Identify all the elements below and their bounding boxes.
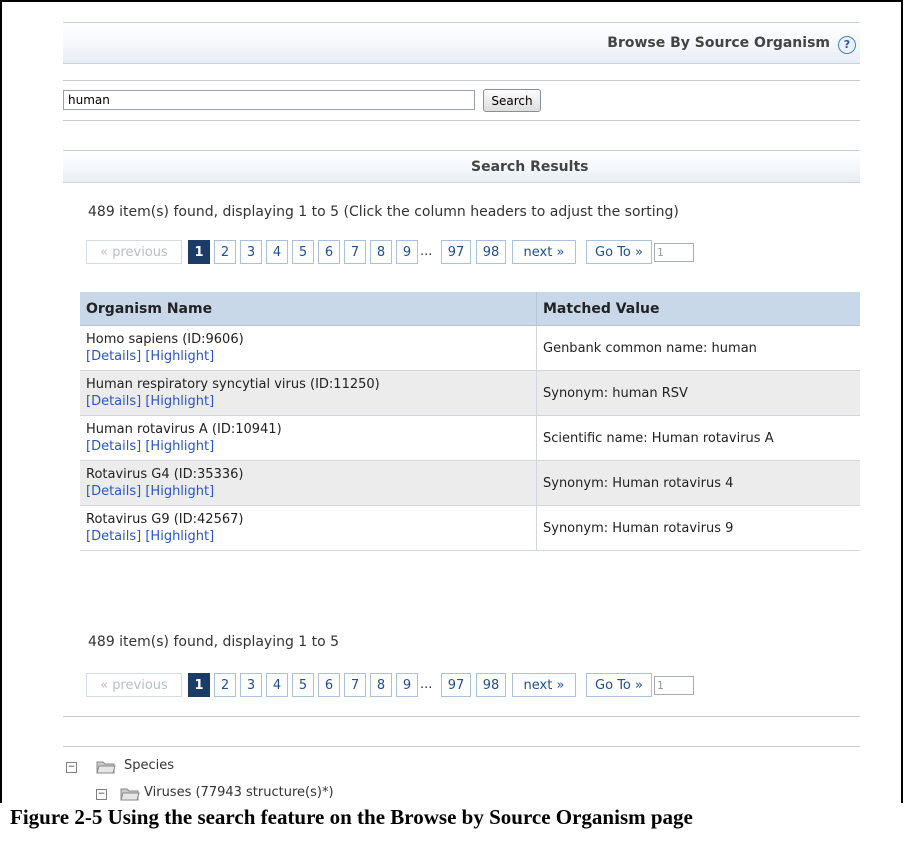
tree-node-species: − Species: [66, 758, 366, 776]
matched-value-cell: Scientific name: Human rotavirus A: [536, 415, 860, 461]
page-98-button[interactable]: 98: [476, 673, 506, 697]
page-9-button[interactable]: 9: [396, 240, 418, 264]
go-to-page-input[interactable]: [654, 243, 694, 262]
page-9-button[interactable]: 9: [396, 673, 418, 697]
divider: [63, 716, 860, 717]
page-97-button[interactable]: 97: [441, 240, 471, 264]
page-2-button[interactable]: 2: [214, 673, 236, 697]
results-summary-top: 489 item(s) found, displaying 1 to 5 (Cl…: [88, 204, 679, 220]
table-row: Human respiratory syncytial virus (ID:11…: [80, 370, 860, 416]
table-row: Rotavirus G9 (ID:42567) [Details] [Highl…: [80, 505, 860, 551]
pagination-top: « previous 1 2 3 4 5 6 7 8 9 ... 97 98 n…: [86, 240, 806, 266]
table-row: Rotavirus G4 (ID:35336) [Details] [Highl…: [80, 460, 860, 506]
page-5-button[interactable]: 5: [292, 240, 314, 264]
details-link[interactable]: [Details]: [86, 484, 141, 499]
highlight-link[interactable]: [Highlight]: [145, 394, 214, 409]
figure-caption: Figure 2-5 Using the search feature on t…: [10, 805, 693, 829]
row-links: [Details] [Highlight]: [86, 438, 530, 455]
table-header-row: Organism Name Matched Value: [80, 292, 860, 326]
go-to-button[interactable]: Go To »: [586, 673, 652, 697]
page-header-band: Browse By Source Organism ?: [63, 22, 860, 64]
highlight-link[interactable]: [Highlight]: [145, 484, 214, 499]
next-page-button[interactable]: next »: [512, 240, 576, 264]
go-to-page-input[interactable]: [654, 676, 694, 695]
divider: [63, 120, 860, 121]
highlight-link[interactable]: [Highlight]: [145, 349, 214, 364]
results-summary-bottom: 489 item(s) found, displaying 1 to 5: [88, 634, 340, 650]
tree-node-viruses: − Viruses (77943 structure(s)*): [96, 785, 426, 803]
page-3-button[interactable]: 3: [240, 673, 262, 697]
organism-cell: Rotavirus G9 (ID:42567) [Details] [Highl…: [80, 505, 537, 551]
results-title: Search Results: [471, 159, 589, 175]
page-4-button[interactable]: 4: [266, 240, 288, 264]
tree-node-label[interactable]: Viruses (77943 structure(s)*): [144, 785, 334, 800]
help-icon[interactable]: ?: [838, 36, 856, 54]
details-link[interactable]: [Details]: [86, 394, 141, 409]
page-5-button[interactable]: 5: [292, 673, 314, 697]
page-7-button[interactable]: 7: [344, 240, 366, 264]
collapse-toggle-icon[interactable]: −: [66, 762, 77, 773]
collapse-toggle-icon[interactable]: −: [96, 789, 107, 800]
page-3-button[interactable]: 3: [240, 240, 262, 264]
organism-cell: Rotavirus G4 (ID:35336) [Details] [Highl…: [80, 460, 537, 506]
table-row: Homo sapiens (ID:9606) [Details] [Highli…: [80, 325, 860, 371]
search-button[interactable]: Search: [483, 89, 541, 112]
page-7-button[interactable]: 7: [344, 673, 366, 697]
go-to-button[interactable]: Go To »: [586, 240, 652, 264]
previous-page-button: « previous: [86, 240, 182, 264]
details-link[interactable]: [Details]: [86, 529, 141, 544]
organism-name: Human rotavirus A (ID:10941): [86, 422, 282, 437]
highlight-link[interactable]: [Highlight]: [145, 529, 214, 544]
organism-cell: Human rotavirus A (ID:10941) [Details] […: [80, 415, 537, 461]
previous-page-button: « previous: [86, 673, 182, 697]
page-98-button[interactable]: 98: [476, 240, 506, 264]
page-97-button[interactable]: 97: [441, 673, 471, 697]
details-link[interactable]: [Details]: [86, 349, 141, 364]
organism-name: Homo sapiens (ID:9606): [86, 332, 244, 347]
organism-name: Rotavirus G9 (ID:42567): [86, 512, 244, 527]
results-table: Organism Name Matched Value Homo sapiens…: [80, 292, 860, 551]
matched-value-cell: Synonym: Human rotavirus 4: [536, 460, 860, 506]
row-links: [Details] [Highlight]: [86, 393, 530, 410]
divider: [63, 80, 860, 81]
details-link[interactable]: [Details]: [86, 439, 141, 454]
folder-icon: [96, 761, 116, 774]
row-links: [Details] [Highlight]: [86, 483, 530, 500]
next-page-button[interactable]: next »: [512, 673, 576, 697]
organism-cell: Human respiratory syncytial virus (ID:11…: [80, 370, 537, 416]
matched-value-cell: Synonym: human RSV: [536, 370, 860, 416]
tree-node-label[interactable]: Species: [124, 758, 174, 773]
pagination-ellipsis: ...: [420, 244, 433, 259]
page-6-button[interactable]: 6: [318, 240, 340, 264]
page-6-button[interactable]: 6: [318, 673, 340, 697]
page-4-button[interactable]: 4: [266, 673, 288, 697]
page-1-button[interactable]: 1: [188, 240, 210, 264]
organism-cell: Homo sapiens (ID:9606) [Details] [Highli…: [80, 325, 537, 371]
folder-icon: [120, 788, 140, 801]
page-1-button[interactable]: 1: [188, 673, 210, 697]
page-8-button[interactable]: 8: [370, 240, 392, 264]
matched-value-cell: Genbank common name: human: [536, 325, 860, 371]
page-8-button[interactable]: 8: [370, 673, 392, 697]
page-2-button[interactable]: 2: [214, 240, 236, 264]
row-links: [Details] [Highlight]: [86, 528, 530, 545]
highlight-link[interactable]: [Highlight]: [145, 439, 214, 454]
pagination-ellipsis: ...: [420, 677, 433, 692]
pagination-bottom: « previous 1 2 3 4 5 6 7 8 9 ... 97 98 n…: [86, 673, 806, 699]
page-title: Browse By Source Organism: [607, 35, 830, 51]
results-header-band: Search Results: [63, 150, 860, 183]
row-links: [Details] [Highlight]: [86, 348, 530, 365]
divider: [63, 746, 860, 747]
column-header-organism-name[interactable]: Organism Name: [80, 292, 537, 326]
column-header-matched-value[interactable]: Matched Value: [536, 292, 860, 326]
organism-name: Human respiratory syncytial virus (ID:11…: [86, 377, 380, 392]
search-input[interactable]: [63, 90, 475, 110]
matched-value-cell: Synonym: Human rotavirus 9: [536, 505, 860, 551]
table-row: Human rotavirus A (ID:10941) [Details] […: [80, 415, 860, 461]
organism-name: Rotavirus G4 (ID:35336): [86, 467, 244, 482]
